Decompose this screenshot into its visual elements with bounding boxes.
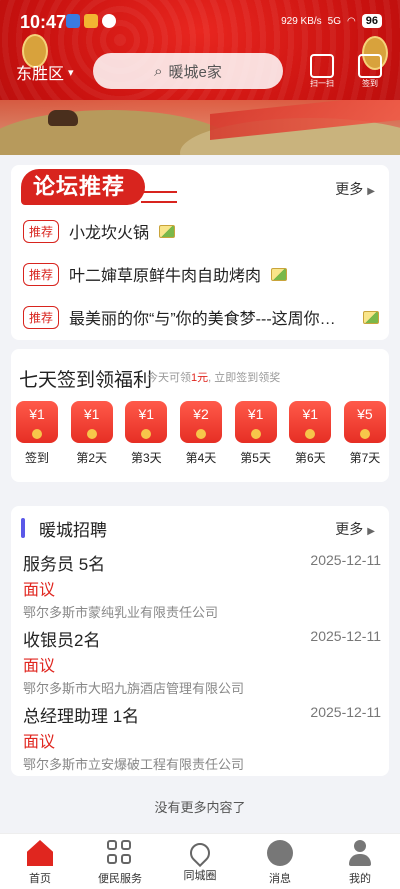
forum-recommend-card: 论坛推荐 更多 ▶ 推荐 小龙坎火锅 推荐 叶二婶草原鲜牛肉自助烤肉 推荐 最美丽…	[11, 165, 389, 340]
home-icon	[27, 840, 53, 866]
scan-label: 扫一扫	[310, 79, 334, 88]
red-packet-icon: ¥1	[125, 401, 168, 443]
job-item[interactable]: 收银员2名 2025-12-11 面议 鄂尔多斯市大昭九旃酒店管理有限公司	[23, 626, 381, 702]
grid-icon	[107, 840, 133, 866]
scan-icon	[310, 54, 334, 78]
job-title: 总经理助理 1名	[23, 707, 140, 726]
image-icon	[159, 224, 176, 238]
job-company: 鄂尔多斯市立安爆破工程有限责任公司	[23, 757, 245, 772]
nav-item-local-circle[interactable]: 同城圈	[160, 834, 240, 889]
horse-illustration	[48, 110, 78, 126]
job-salary: 面议	[23, 734, 56, 751]
nav-item-home[interactable]: 首页	[0, 834, 80, 889]
signin-day[interactable]: ¥2 第4天	[179, 401, 223, 466]
banner-image[interactable]	[0, 100, 400, 155]
job-date: 2025-12-11	[310, 704, 381, 720]
recruitment-title: 暖城招聘	[39, 521, 107, 540]
job-company: 鄂尔多斯市蒙纯乳业有限责任公司	[23, 605, 219, 620]
section-accent-bar	[21, 518, 25, 538]
signin-day[interactable]: ¥1 第3天	[124, 401, 168, 466]
job-title: 服务员 5名	[23, 555, 106, 574]
red-packet-icon: ¥1	[16, 401, 58, 443]
signin-days: ¥1 签到 ¥1 第2天 ¥1 第3天 ¥2 第4天 ¥1 第5天 ¥1 第6天…	[15, 401, 387, 466]
forum-item-title: 最美丽的你“与”你的美食梦---这周你…	[69, 311, 336, 328]
location-pin-icon	[185, 838, 215, 868]
wifi-icon: ◠	[347, 15, 356, 27]
status-time: 10:47	[20, 12, 67, 32]
job-date: 2025-12-11	[310, 552, 381, 568]
red-packet-icon: ¥5	[343, 401, 386, 443]
recommend-tag: 推荐	[23, 305, 60, 329]
forum-item[interactable]: 推荐 最美丽的你“与”你的美食梦---这周你…	[23, 304, 379, 330]
nav-item-messages[interactable]: 消息	[240, 834, 320, 889]
calendar-check-icon	[358, 54, 382, 78]
network-speed: 929 KB/s	[281, 15, 322, 27]
app-notification-icon	[66, 14, 80, 28]
no-more-content-text: 没有更多内容了	[154, 800, 246, 815]
forum-item-title: 叶二婶草原鲜牛肉自助烤肉	[69, 268, 262, 285]
red-packet-icon: ¥1	[289, 401, 332, 443]
play-right-icon: ▶	[367, 526, 375, 537]
scan-button[interactable]: 扫一扫	[302, 54, 342, 94]
signin-title: 七天签到领福利	[19, 370, 153, 391]
recommend-tag: 推荐	[23, 219, 60, 243]
search-placeholder: 暖城e家	[168, 63, 222, 81]
signal-label: 5G	[327, 15, 342, 27]
nav-item-services[interactable]: 便民服务	[80, 834, 160, 889]
forum-item[interactable]: 推荐 叶二婶草原鲜牛肉自助烤肉	[23, 261, 379, 287]
header: 10:47 929 KB/s 5G ◠ 96 东胜区 ▾ ⌕ 暖城e家 扫一扫 …	[0, 0, 400, 155]
forum-item[interactable]: 推荐 小龙坎火锅	[23, 218, 379, 244]
user-icon	[347, 840, 373, 866]
signin-subtitle: 今天可领1元, 立即签到领奖	[147, 372, 281, 384]
notification-icons	[66, 14, 116, 28]
play-right-icon: ▶	[367, 186, 375, 197]
app-notification-icon	[102, 14, 116, 28]
image-icon	[363, 310, 379, 324]
red-packet-icon: ¥1	[234, 401, 277, 443]
job-item[interactable]: 总经理助理 1名 2025-12-11 面议 鄂尔多斯市立安爆破工程有限责任公司	[23, 702, 381, 778]
signin-day[interactable]: ¥1 第2天	[70, 401, 114, 466]
signin-day[interactable]: ¥1 第6天	[288, 401, 332, 466]
forum-more-link[interactable]: 更多 ▶	[335, 179, 375, 199]
recruitment-card: 暖城招聘 更多 ▶ 服务员 5名 2025-12-11 面议 鄂尔多斯市蒙纯乳业有…	[11, 506, 389, 776]
signin-day[interactable]: ¥1 第5天	[234, 401, 278, 466]
signin-day[interactable]: ¥1 签到	[15, 401, 59, 466]
chat-icon	[267, 840, 293, 866]
search-bar[interactable]: ⌕ 暖城e家	[93, 53, 283, 89]
red-packet-icon: ¥1	[70, 401, 113, 443]
checkin-button[interactable]: 签到	[350, 54, 390, 94]
checkin-label: 签到	[362, 79, 378, 88]
battery-indicator: 96	[361, 14, 382, 28]
chevron-down-icon: ▾	[68, 66, 74, 79]
status-bar: 10:47 929 KB/s 5G ◠ 96	[0, 0, 400, 42]
seven-day-signin-card: 七天签到领福利 今天可领1元, 立即签到领奖 ¥1 签到 ¥1 第2天 ¥1 第…	[11, 349, 389, 482]
app-notification-icon	[84, 14, 98, 28]
location-selector[interactable]: 东胜区 ▾	[16, 60, 74, 84]
image-icon	[271, 267, 288, 281]
recruitment-more-link[interactable]: 更多 ▶	[335, 519, 375, 539]
job-date: 2025-12-11	[310, 628, 381, 644]
job-company: 鄂尔多斯市大昭九旃酒店管理有限公司	[23, 681, 245, 696]
signin-day[interactable]: ¥5 第7天	[343, 401, 387, 466]
location-label: 东胜区	[16, 66, 65, 83]
search-icon: ⌕	[154, 62, 163, 80]
job-title: 收银员2名	[23, 631, 101, 650]
forum-logo: 论坛推荐	[21, 169, 177, 205]
nav-item-profile[interactable]: 我的	[320, 834, 400, 889]
forum-item-title: 小龙坎火锅	[69, 225, 150, 242]
job-salary: 面议	[23, 582, 56, 599]
recommend-tag: 推荐	[23, 262, 60, 286]
red-packet-icon: ¥2	[179, 401, 222, 443]
job-salary: 面议	[23, 658, 56, 675]
job-item[interactable]: 服务员 5名 2025-12-11 面议 鄂尔多斯市蒙纯乳业有限责任公司	[23, 550, 381, 626]
system-indicators: 929 KB/s 5G ◠ 96	[281, 14, 382, 28]
bottom-nav: 首页 便民服务 同城圈 消息 我的	[0, 833, 400, 889]
